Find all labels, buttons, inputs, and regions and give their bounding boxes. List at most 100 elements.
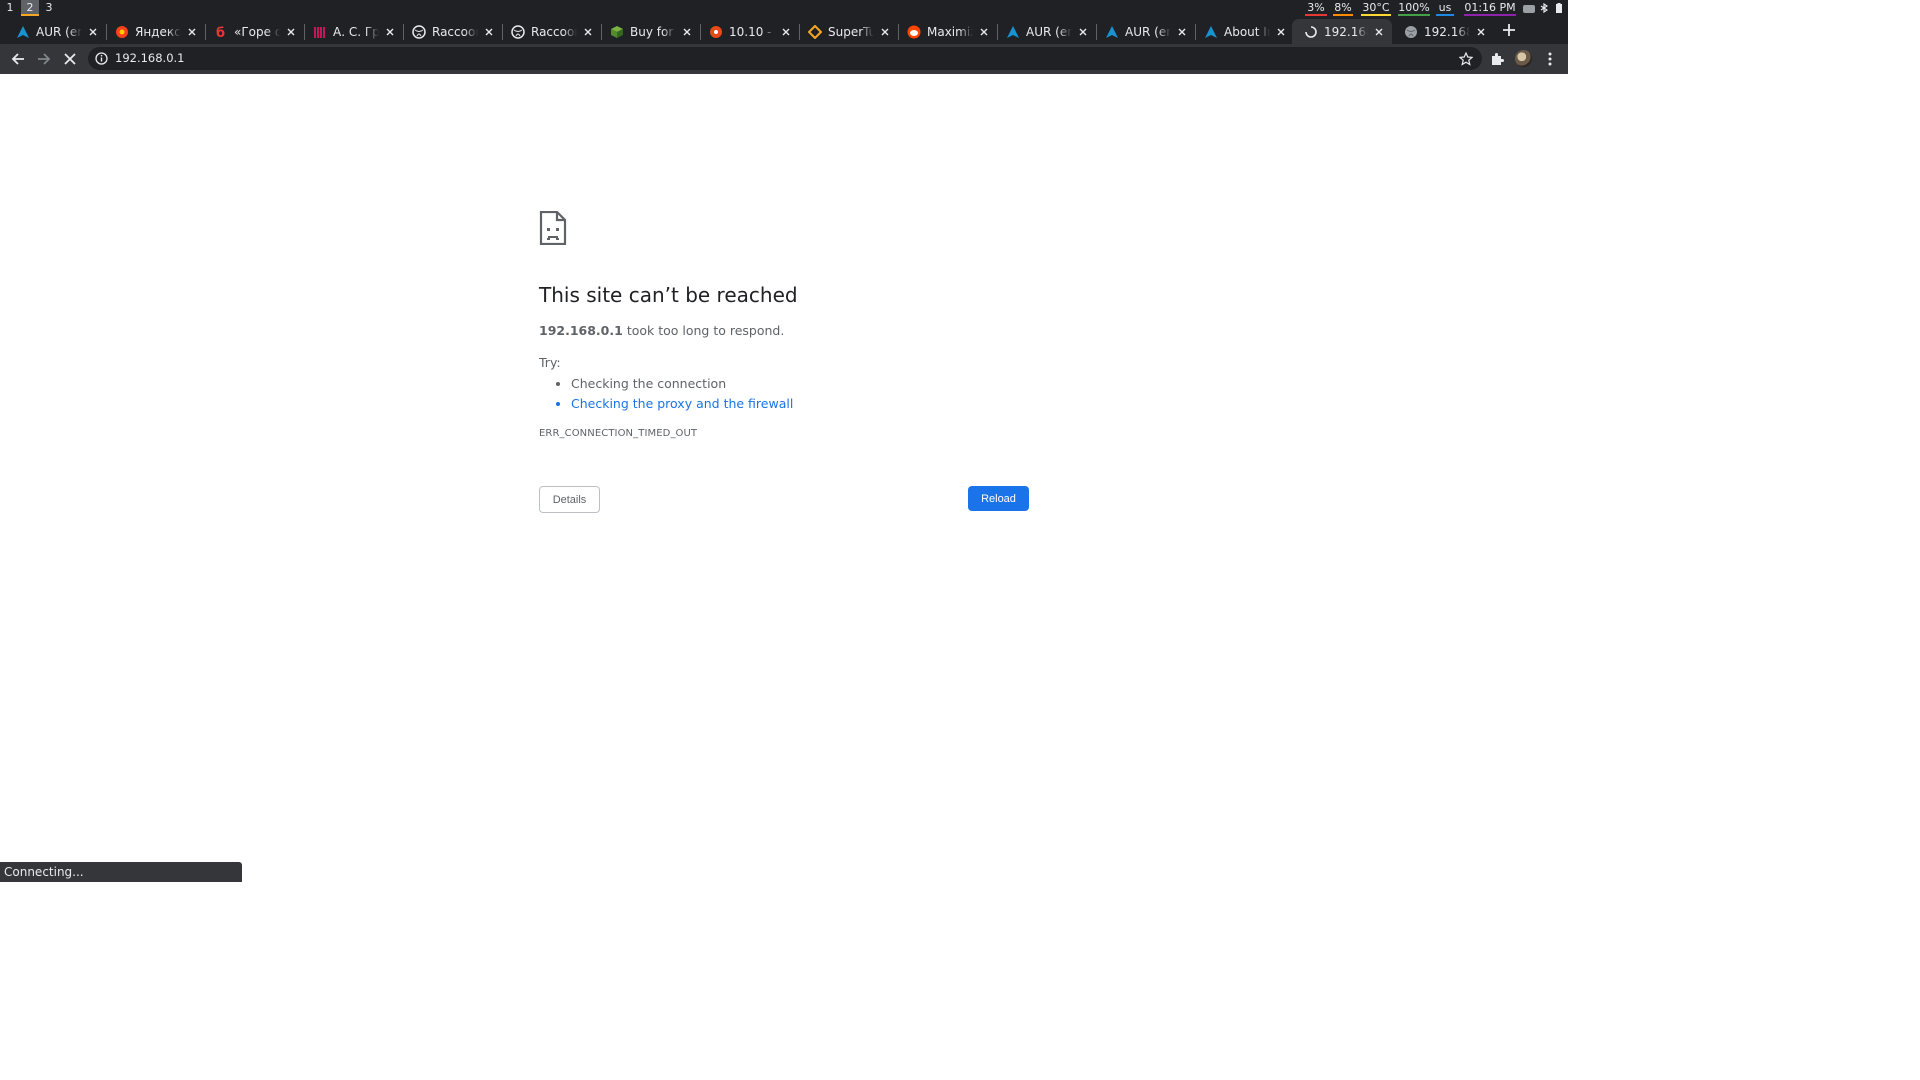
memory-indicator: 8% — [1333, 1, 1353, 16]
tab-3[interactable]: б «Горе от ума» — [202, 19, 304, 44]
tab-strip: AUR (en) Яндекс.Браузер б «Горе от ума» … — [0, 16, 1568, 44]
tab-15[interactable]: 192.168.0.1 — [1392, 19, 1494, 44]
battery-indicator: 100% — [1398, 1, 1430, 16]
globe-icon — [511, 24, 525, 39]
tab-2[interactable]: Яндекс.Браузер — [103, 19, 205, 44]
arrow-right-icon — [38, 53, 51, 65]
tab-1[interactable]: AUR (en) — [4, 19, 106, 44]
close-icon[interactable] — [383, 25, 397, 39]
tab-12[interactable]: AUR (en) — [1093, 19, 1195, 44]
close-icon[interactable] — [878, 25, 892, 39]
tab-title: AUR (en) — [1125, 24, 1171, 39]
info-icon[interactable] — [94, 51, 109, 66]
close-icon[interactable] — [1474, 25, 1488, 39]
tab-11[interactable]: AUR (en) — [994, 19, 1096, 44]
close-icon[interactable] — [1274, 25, 1288, 39]
tab-4[interactable]: А. С. Грибоедов — [301, 19, 403, 44]
clock: 01:16 PM — [1464, 1, 1516, 16]
tab-5[interactable]: Raccoon — [400, 19, 502, 44]
globe-icon — [412, 24, 426, 39]
close-icon[interactable] — [1372, 25, 1386, 39]
tab-title: А. С. Грибоедов — [333, 24, 379, 39]
error-title: This site can’t be reached — [539, 283, 798, 307]
bookmark-star-icon[interactable] — [1457, 50, 1474, 67]
close-icon[interactable] — [1175, 25, 1189, 39]
tab-title: Raccoon — [432, 24, 478, 39]
suggestion-check-connection: Checking the connection — [571, 374, 793, 394]
page-content — [0, 74, 1568, 882]
close-icon[interactable] — [1076, 25, 1090, 39]
tab-title: SuperTux — [828, 24, 874, 39]
new-tab-button[interactable] — [1499, 20, 1519, 40]
tab-13[interactable]: About Info — [1192, 19, 1294, 44]
close-icon[interactable] — [86, 25, 100, 39]
tab-title: 10.10 - Install — [729, 24, 775, 39]
extensions-button[interactable] — [1487, 49, 1507, 69]
error-description: 192.168.0.1 took too long to respond. — [539, 323, 784, 338]
tab-title: Maximize — [927, 24, 973, 39]
b-logo-icon: б — [214, 25, 228, 39]
keyboard-layout-indicator: us — [1436, 0, 1454, 16]
suggestions-list: Checking the connection Checking the pro… — [539, 374, 793, 414]
close-icon[interactable] — [779, 25, 793, 39]
suggestion-check-proxy-link[interactable]: Checking the proxy and the firewall — [571, 394, 793, 414]
details-button[interactable]: Details — [539, 486, 600, 513]
globe-icon — [1404, 25, 1418, 39]
browser-toolbar: 192.168.0.1 — [0, 44, 1568, 74]
back-button[interactable] — [8, 49, 28, 69]
profile-avatar[interactable] — [1515, 50, 1532, 67]
tab-6[interactable]: Raccoon — [499, 19, 601, 44]
tab-8[interactable]: 10.10 - Install — [697, 19, 799, 44]
close-icon[interactable] — [977, 25, 991, 39]
tab-title: «Горе от ума» — [234, 24, 280, 39]
close-icon[interactable] — [185, 25, 199, 39]
close-icon[interactable] — [284, 25, 298, 39]
close-icon[interactable] — [680, 25, 694, 39]
forward-button[interactable] — [34, 49, 54, 69]
network-icon[interactable] — [1523, 3, 1535, 13]
arch-logo-icon — [1006, 25, 1020, 39]
puzzle-icon — [1492, 53, 1504, 65]
ask-icon — [709, 25, 723, 39]
error-code: ERR_CONNECTION_TIMED_OUT — [539, 428, 698, 439]
loading-spinner-icon — [1304, 25, 1318, 39]
status-bubble: Connecting... — [0, 862, 242, 882]
workspace-3[interactable]: 3 — [40, 0, 58, 16]
svg-text:б: б — [216, 26, 225, 39]
plus-icon — [1503, 24, 1515, 36]
close-icon[interactable] — [581, 25, 595, 39]
workspace-1[interactable]: 1 — [1, 0, 19, 16]
arch-logo-icon — [1105, 25, 1119, 39]
error-description-text: took too long to respond. — [626, 323, 785, 338]
box-icon — [610, 25, 624, 39]
tab-9[interactable]: SuperTux — [796, 19, 898, 44]
arch-logo-icon — [16, 25, 30, 39]
tab-title: AUR (en) — [36, 24, 82, 39]
reload-button[interactable]: Reload — [968, 486, 1029, 511]
tab-title: Яндекс.Браузер — [135, 24, 181, 39]
close-icon — [64, 53, 76, 65]
arrow-left-icon — [11, 53, 24, 65]
sad-page-icon — [539, 211, 567, 245]
stop-button[interactable] — [60, 49, 80, 69]
close-icon[interactable] — [482, 25, 496, 39]
temperature-indicator: 30°C — [1361, 1, 1391, 16]
address-bar[interactable]: 192.168.0.1 — [88, 47, 1482, 70]
bluetooth-icon[interactable] — [1540, 3, 1548, 13]
cpu-indicator: 3% — [1305, 0, 1327, 16]
tab-title: Raccoon — [531, 24, 577, 39]
kebab-menu-icon — [1548, 52, 1552, 66]
tab-10[interactable]: Maximize — [895, 19, 997, 44]
system-bar: 1 2 3 3% 8% 30°C 100% us 01:16 PM — [0, 0, 1568, 16]
workspace-2[interactable]: 2 — [21, 0, 39, 16]
tab-title: About Info — [1224, 24, 1270, 39]
yandex-icon — [115, 25, 129, 39]
url-text[interactable]: 192.168.0.1 — [115, 47, 185, 70]
tab-7[interactable]: Buy for PC — [598, 19, 700, 44]
battery-icon[interactable] — [1555, 3, 1563, 13]
try-label: Try: — [539, 355, 561, 370]
library-icon — [313, 25, 327, 39]
tab-title: 192.168.0.1 — [1324, 24, 1368, 39]
tab-14-active[interactable]: 192.168.0.1 — [1292, 19, 1392, 44]
menu-button[interactable] — [1540, 49, 1560, 69]
